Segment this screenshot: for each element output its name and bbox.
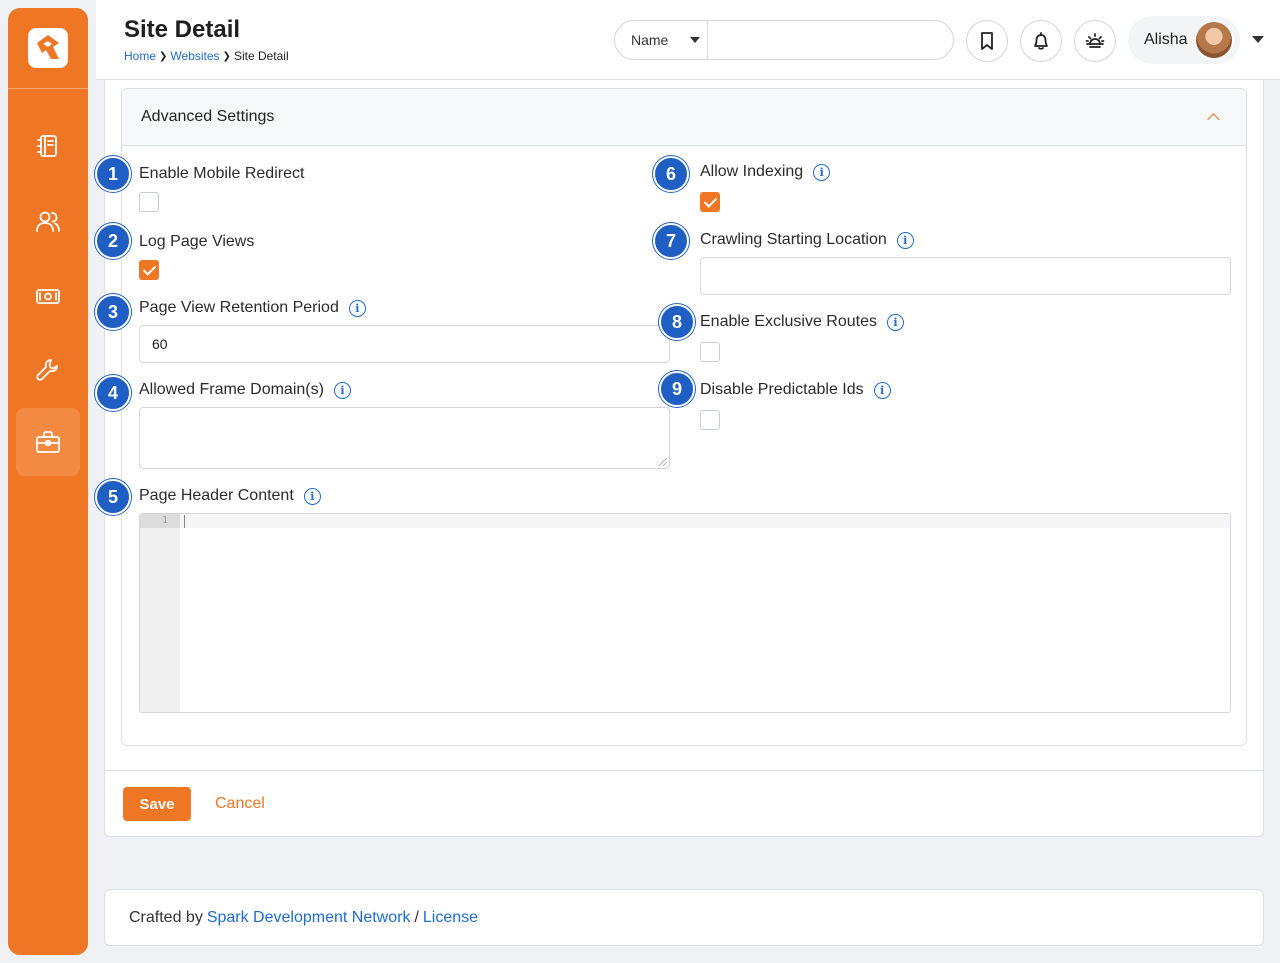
money-icon [36,289,60,304]
panel-header[interactable]: Advanced Settings [122,89,1246,146]
advanced-settings-panel: Advanced Settings Enable Mobile Redirect… [121,88,1247,746]
rock-logo[interactable] [28,28,68,68]
label-text: Page Header Content [139,487,294,504]
crawling-start-input[interactable] [700,257,1231,295]
page-header-content-editor[interactable]: 1 [139,513,1231,713]
search-type-select[interactable]: Name [615,21,708,59]
resize-handle-icon[interactable] [659,458,667,466]
breadcrumb-websites[interactable]: Websites [170,49,219,63]
allow-indexing-label: Allow Indexing i [700,163,831,181]
label-text: Page View Retention Period [139,299,339,316]
enable-exclusive-routes-label: Enable Exclusive Routes i [700,313,904,331]
info-icon[interactable]: i [303,487,321,505]
callout-badge-5: 5 [95,479,131,515]
info-icon[interactable]: i [886,313,904,331]
notebook-icon [37,135,57,157]
cancel-button[interactable]: Cancel [215,795,265,813]
chevron-right-icon: ❯ [159,50,168,62]
disable-predictable-ids-label: Disable Predictable Ids i [700,381,891,399]
search-input[interactable] [708,21,953,59]
save-button[interactable]: Save [123,787,191,821]
label-text: Enable Mobile Redirect [139,165,305,182]
label-text: Disable Predictable Ids [700,381,864,398]
sidebar-item-people[interactable] [16,188,80,256]
briefcase-icon [36,431,60,453]
label-text: Crawling Starting Location [700,231,887,248]
sidebar-item-tools[interactable] [16,336,80,404]
callout-badge-2: 2 [95,223,131,259]
callout-badge-1: 1 [95,156,131,192]
line-number: 1 [140,514,180,528]
callout-badge-4: 4 [95,375,131,411]
info-icon[interactable]: i [333,381,351,399]
footer-link-spark[interactable]: Spark Development Network [207,909,411,927]
label-text: Allowed Frame Domain(s) [139,381,324,398]
allowed-frame-domains-label: Allowed Frame Domain(s) i [139,381,351,399]
footer-prefix: Crafted by [129,908,203,926]
user-menu[interactable]: Alisha [1128,16,1240,64]
editor-gutter [140,514,180,712]
theme-toggle-button[interactable] [1074,20,1116,62]
sidebar-item-finance[interactable] [16,262,80,330]
callout-badge-9: 9 [659,371,695,407]
page-header-content-label: Page Header Content i [139,487,321,505]
enable-mobile-redirect-checkbox[interactable] [139,192,159,212]
page-view-retention-input[interactable]: 60 [139,325,670,363]
bell-icon [1034,32,1048,50]
sidebar [8,8,88,955]
sunrise-icon [1085,33,1105,48]
chevron-up-icon[interactable] [1207,113,1220,126]
sidebar-divider [8,88,88,89]
bookmark-button[interactable] [966,20,1008,62]
people-icon [36,211,60,232]
footer-separator: / [414,908,419,926]
page-title: Site Detail [124,16,241,43]
allowed-frame-domains-textarea[interactable] [139,407,670,469]
label-text: Allow Indexing [700,163,804,180]
caret-down-icon [690,37,701,43]
page-header: Site Detail Home ❯ Websites ❯ Site Detai… [96,0,1280,80]
user-name: Alisha [1144,31,1188,48]
editor-cursor [184,515,185,528]
page-footer: Crafted by Spark Development Network / L… [104,889,1264,946]
crawling-start-label: Crawling Starting Location i [700,231,914,249]
label-text: Enable Exclusive Routes [700,313,877,330]
info-icon[interactable]: i [896,231,914,249]
sidebar-item-admin[interactable] [16,408,80,476]
log-page-views-checkbox[interactable] [139,260,159,280]
breadcrumb-current: Site Detail [233,49,289,63]
info-icon[interactable]: i [348,299,366,317]
info-icon[interactable]: i [813,163,831,181]
enable-mobile-redirect-label: Enable Mobile Redirect [139,165,304,183]
callout-badge-7: 7 [653,223,689,259]
info-icon[interactable]: i [873,381,891,399]
callout-badge-3: 3 [95,294,131,330]
card-divider [105,770,1263,771]
wrench-icon [36,359,58,381]
disable-predictable-ids-checkbox[interactable] [700,410,720,430]
log-page-views-label: Log Page Views [139,233,254,251]
search-type-label: Name [631,32,669,48]
editor-active-line [180,514,1230,528]
panel-title: Advanced Settings [141,108,275,125]
site-detail-card: Advanced Settings Enable Mobile Redirect… [104,80,1264,837]
footer-link-license[interactable]: License [423,909,478,927]
page-view-retention-label: Page View Retention Period i [139,299,366,317]
label-text: Log Page Views [139,233,255,250]
callout-badge-8: 8 [659,304,695,340]
avatar [1194,20,1234,60]
notifications-button[interactable] [1020,20,1062,62]
breadcrumb: Home ❯ Websites ❯ Site Detail [124,49,289,63]
user-menu-caret-icon[interactable] [1252,36,1264,43]
allow-indexing-checkbox[interactable] [700,192,720,212]
chevron-right-icon: ❯ [222,50,231,62]
bookmark-icon [981,32,993,50]
enable-exclusive-routes-checkbox[interactable] [700,342,720,362]
sidebar-item-notebook[interactable] [16,112,80,180]
search-box: Name [614,20,954,60]
breadcrumb-home[interactable]: Home [124,49,156,63]
callout-badge-6: 6 [653,156,689,192]
logo-icon [37,35,59,59]
